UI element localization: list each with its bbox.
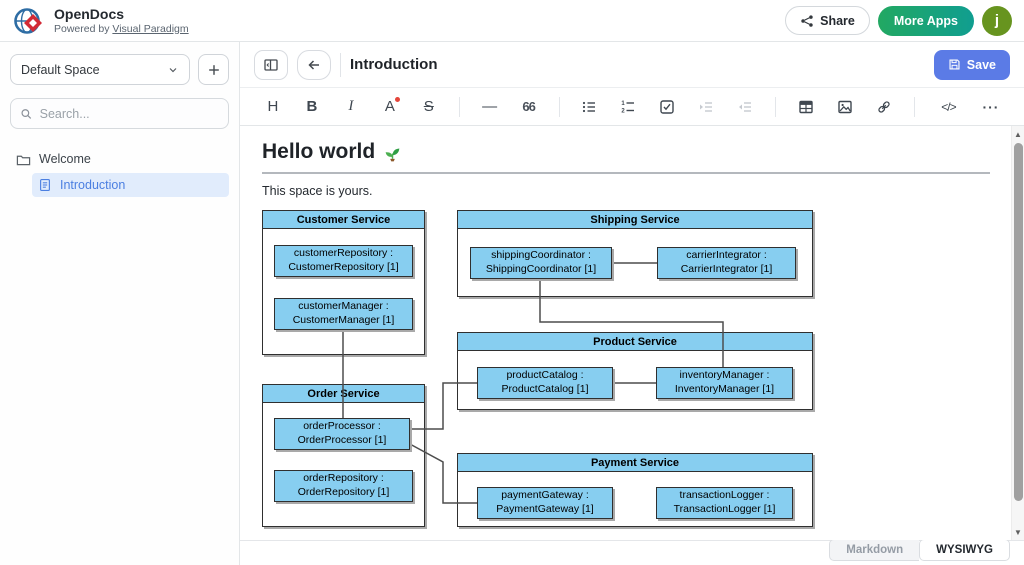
bullet-list-button[interactable]: [580, 95, 598, 119]
share-button[interactable]: Share: [785, 6, 870, 35]
part-shipping-coordinator[interactable]: shippingCoordinator : ShippingCoordinato…: [470, 247, 612, 279]
toggle-sidebar-button[interactable]: [254, 50, 288, 80]
chevron-down-icon: [167, 64, 179, 76]
topbar-actions: Share More Apps j: [785, 6, 1012, 36]
font-color-glyph: A: [385, 98, 395, 115]
indent-decrease-icon: [737, 99, 753, 115]
part-payment-gateway[interactable]: paymentGateway : PaymentGateway [1]: [477, 487, 613, 519]
link-button[interactable]: [875, 95, 893, 119]
toolbar-divider: [459, 97, 460, 117]
component-diagram[interactable]: Customer Service Shipping Service Produc…: [240, 126, 1024, 540]
share-label: Share: [820, 14, 855, 28]
part-customer-manager[interactable]: customerManager : CustomerManager [1]: [274, 298, 413, 330]
editor-toolbar: H B I A S — 66 1: [240, 88, 1024, 126]
tree-item-label: Introduction: [60, 178, 125, 192]
folder-icon: [16, 152, 31, 167]
service-title: Product Service: [458, 333, 812, 351]
scrollbar-thumb[interactable]: [1014, 143, 1023, 501]
scroll-up-arrow[interactable]: ▲: [1012, 127, 1024, 141]
task-list-icon: [659, 99, 675, 115]
sidebar: Default Space: [0, 42, 240, 565]
image-icon: [837, 99, 853, 115]
service-title: Order Service: [263, 385, 424, 403]
page-icon: [38, 178, 52, 192]
strikethrough-button[interactable]: S: [420, 95, 438, 119]
save-icon: [948, 58, 961, 71]
bullet-list-icon: [581, 99, 597, 115]
service-box-order[interactable]: Order Service: [262, 384, 425, 527]
heading-button[interactable]: H: [264, 95, 282, 119]
service-title: Payment Service: [458, 454, 812, 472]
link-icon: [876, 99, 892, 115]
part-product-catalog[interactable]: productCatalog : ProductCatalog [1]: [477, 367, 613, 399]
save-button[interactable]: Save: [934, 50, 1010, 80]
app-title-block: OpenDocs Powered by Visual Paradigm: [54, 6, 189, 34]
document-header: Introduction Save: [240, 42, 1024, 88]
image-button[interactable]: [836, 95, 854, 119]
part-customer-repository[interactable]: customerRepository : CustomerRepository …: [274, 245, 413, 277]
editor-content[interactable]: Hello world This space is yours. Custome…: [240, 126, 1024, 540]
app-name: OpenDocs: [54, 6, 189, 22]
space-selector-value: Default Space: [21, 63, 100, 77]
font-color-button[interactable]: A: [381, 95, 399, 119]
page-title: Introduction: [350, 56, 437, 73]
sidebar-panel-icon: [263, 57, 279, 73]
toolbar-divider: [914, 97, 915, 117]
tree-item-welcome[interactable]: Welcome: [10, 147, 229, 171]
powered-by: Powered by Visual Paradigm: [54, 23, 189, 35]
header-divider: [340, 53, 341, 77]
top-bar: OpenDocs Powered by Visual Paradigm Shar…: [0, 0, 1024, 42]
part-order-repository[interactable]: orderRepository : OrderRepository [1]: [274, 470, 413, 502]
back-button[interactable]: [297, 50, 331, 80]
tree-item-introduction[interactable]: Introduction: [32, 173, 229, 197]
part-transaction-logger[interactable]: transactionLogger : TransactionLogger [1…: [656, 487, 793, 519]
ordered-list-icon: 1 2: [620, 99, 636, 115]
code-block-button[interactable]: </>: [936, 95, 961, 119]
space-selector[interactable]: Default Space: [10, 54, 190, 85]
toolbar-divider: [775, 97, 776, 117]
horizontal-rule-button[interactable]: —: [481, 95, 499, 119]
service-box-customer[interactable]: Customer Service: [262, 210, 425, 355]
indent-increase-button[interactable]: [697, 95, 715, 119]
svg-text:1: 1: [622, 101, 626, 107]
vertical-scrollbar[interactable]: ▲ ▼: [1011, 126, 1024, 540]
svg-text:2: 2: [622, 108, 626, 114]
indent-increase-icon: [698, 99, 714, 115]
visual-paradigm-link[interactable]: Visual Paradigm: [112, 23, 188, 35]
table-icon: [798, 99, 814, 115]
share-icon: [800, 14, 814, 28]
powered-by-prefix: Powered by: [54, 23, 109, 35]
visual-paradigm-logo: [12, 4, 46, 38]
save-label: Save: [967, 58, 996, 72]
blockquote-button[interactable]: 66: [520, 95, 538, 119]
search-box[interactable]: [10, 98, 229, 129]
toolbar-divider: [559, 97, 560, 117]
user-avatar[interactable]: j: [982, 6, 1012, 36]
plus-icon: [207, 63, 221, 77]
ordered-list-button[interactable]: 1 2: [619, 95, 637, 119]
editor-mode-bar: Markdown WYSIWYG: [240, 540, 1024, 565]
indent-decrease-button[interactable]: [736, 95, 754, 119]
part-carrier-integrator[interactable]: carrierIntegrator : CarrierIntegrator [1…: [657, 247, 796, 279]
service-title: Customer Service: [263, 211, 424, 229]
toolbar-more-button[interactable]: ···: [982, 95, 1000, 119]
service-title: Shipping Service: [458, 211, 812, 229]
part-order-processor[interactable]: orderProcessor : OrderProcessor [1]: [274, 418, 410, 450]
table-button[interactable]: [797, 95, 815, 119]
arrow-left-icon: [306, 57, 322, 73]
page-tree: Welcome Introduction: [10, 147, 229, 197]
part-inventory-manager[interactable]: inventoryManager : InventoryManager [1]: [656, 367, 793, 399]
tab-wysiwyg[interactable]: WYSIWYG: [919, 539, 1010, 561]
tree-item-label: Welcome: [39, 152, 91, 166]
scroll-down-arrow[interactable]: ▼: [1012, 525, 1024, 539]
font-color-dot: [395, 97, 400, 102]
task-list-button[interactable]: [658, 95, 676, 119]
bold-button[interactable]: B: [303, 95, 321, 119]
tab-markdown[interactable]: Markdown: [829, 539, 919, 561]
more-apps-button[interactable]: More Apps: [878, 6, 974, 36]
add-space-button[interactable]: [198, 54, 229, 85]
search-icon: [20, 107, 33, 121]
search-input[interactable]: [40, 107, 219, 121]
italic-button[interactable]: I: [342, 95, 360, 119]
